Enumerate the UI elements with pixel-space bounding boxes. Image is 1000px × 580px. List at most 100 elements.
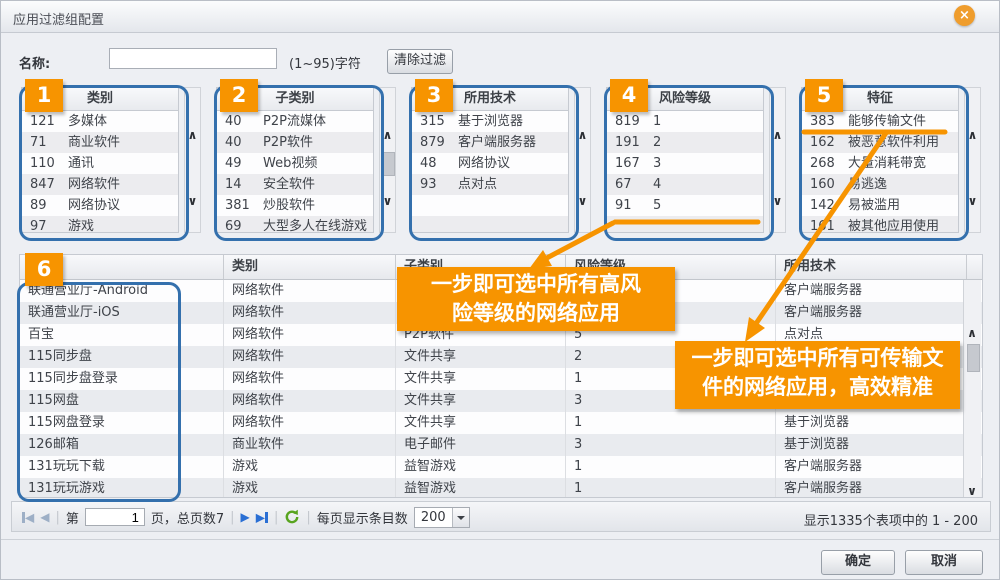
list-item[interactable]: 1673: [607, 153, 763, 174]
cancel-button[interactable]: 取消: [905, 550, 983, 575]
list-item[interactable]: 161被其他应用使用: [802, 216, 958, 233]
list-item[interactable]: 97游戏: [22, 216, 178, 233]
scrollbar-thumb[interactable]: [967, 344, 980, 372]
list-item[interactable]: 160易逃逸: [802, 174, 958, 195]
refresh-icon[interactable]: [284, 509, 300, 525]
item-label: 能够传输文件: [848, 111, 958, 132]
list-item[interactable]: 915: [607, 195, 763, 216]
list-item[interactable]: 315基于浏览器: [412, 111, 568, 132]
list-item[interactable]: 383能够传输文件: [802, 111, 958, 132]
cell-technology: 基于浏览器: [776, 412, 967, 434]
list-item[interactable]: 121多媒体: [22, 111, 178, 132]
item-label: 网络协议: [68, 195, 178, 216]
panel-scrollbar[interactable]: ∧∨: [379, 87, 396, 233]
cell-name: 百宝: [20, 324, 224, 346]
table-row[interactable]: 131玩玩游戏游戏益智游戏1客户端服务器: [20, 478, 982, 498]
chevron-down-icon[interactable]: [452, 508, 469, 527]
panel-scrollbar[interactable]: ∧∨: [184, 87, 201, 233]
cell-category: 网络软件: [224, 302, 396, 324]
scroll-down-icon[interactable]: ∨: [185, 194, 200, 208]
item-count: 161: [802, 216, 848, 233]
scroll-down-icon[interactable]: ∨: [964, 484, 980, 498]
scroll-up-icon[interactable]: ∧: [770, 128, 785, 142]
list-item[interactable]: 93点对点: [412, 174, 568, 195]
item-label: 基于浏览器: [458, 111, 568, 132]
annotation-badge-2: 2: [220, 79, 258, 112]
list-item[interactable]: 162被恶意软件利用: [802, 132, 958, 153]
item-count: 381: [217, 195, 263, 216]
item-label: 商业软件: [68, 132, 178, 153]
item-count: 121: [22, 111, 68, 132]
first-page-icon[interactable]: ◀: [22, 508, 34, 527]
scroll-up-icon[interactable]: ∧: [185, 128, 200, 142]
scroll-up-icon[interactable]: ∧: [965, 128, 980, 142]
cell-name: 115网盘登录: [20, 412, 224, 434]
list-item[interactable]: 40P2P流媒体: [217, 111, 373, 132]
item-count: 879: [412, 132, 458, 153]
cell-name: 131玩玩下载: [20, 456, 224, 478]
scroll-down-icon[interactable]: ∨: [575, 194, 590, 208]
scroll-down-icon[interactable]: ∨: [965, 194, 980, 208]
list-item[interactable]: 110通讯: [22, 153, 178, 174]
list-item[interactable]: 381炒股软件: [217, 195, 373, 216]
callout-transfer-feature: 一步即可选中所有可传输文 件的网络应用，高效精准: [675, 341, 960, 409]
name-input[interactable]: [109, 48, 277, 69]
list-item[interactable]: 268大量消耗带宽: [802, 153, 958, 174]
table-row[interactable]: 131玩玩下载游戏益智游戏1客户端服务器: [20, 456, 982, 478]
scroll-down-icon[interactable]: ∨: [770, 194, 785, 208]
list-item[interactable]: 142易被滥用: [802, 195, 958, 216]
list-item[interactable]: 879客户端服务器: [412, 132, 568, 153]
cell-name: 131玩玩游戏: [20, 478, 224, 498]
page-size-label: 每页显示条目数: [317, 508, 408, 527]
next-page-icon[interactable]: ▶: [241, 508, 250, 526]
cell-name: 115同步盘登录: [20, 368, 224, 390]
item-count: 142: [802, 195, 848, 216]
cell-technology: 客户端服务器: [776, 456, 967, 478]
panel-scrollbar[interactable]: ∧∨: [964, 87, 981, 233]
table-row[interactable]: 126邮箱商业软件电子邮件3基于浏览器: [20, 434, 982, 456]
item-label: 1: [653, 111, 763, 132]
page-prefix-label: 第: [66, 508, 79, 527]
list-item[interactable]: 69大型多人在线游戏: [217, 216, 373, 233]
page-size-select[interactable]: 200: [414, 507, 470, 528]
cell-category: 网络软件: [224, 368, 396, 390]
clear-filter-button[interactable]: 清除过滤: [387, 49, 453, 74]
column-header[interactable]: 类别: [224, 255, 396, 279]
list-item[interactable]: 14安全软件: [217, 174, 373, 195]
item-count: 383: [802, 111, 848, 132]
scroll-up-icon[interactable]: ∧: [575, 128, 590, 142]
table-scrollbar[interactable]: ∧ ∨: [963, 280, 981, 497]
page-number-input[interactable]: [85, 508, 145, 526]
item-count: 162: [802, 132, 848, 153]
cell-category: 网络软件: [224, 280, 396, 302]
item-label: 游戏: [68, 216, 178, 233]
list-item[interactable]: 89网络协议: [22, 195, 178, 216]
close-icon[interactable]: ×: [954, 5, 975, 26]
column-header[interactable]: 所用技术: [776, 255, 967, 279]
scroll-down-icon[interactable]: ∨: [380, 194, 395, 208]
scroll-up-icon[interactable]: ∧: [380, 128, 395, 142]
panel-scrollbar[interactable]: ∧∨: [574, 87, 591, 233]
cell-technology: 客户端服务器: [776, 478, 967, 498]
cell-name: 115同步盘: [20, 346, 224, 368]
scroll-up-icon[interactable]: ∧: [964, 326, 980, 340]
list-item[interactable]: 71商业软件: [22, 132, 178, 153]
list-item[interactable]: 674: [607, 174, 763, 195]
scrollbar-thumb[interactable]: [382, 152, 395, 176]
item-label: 被其他应用使用: [848, 216, 958, 233]
list-item[interactable]: 847网络软件: [22, 174, 178, 195]
last-page-icon[interactable]: ▶: [256, 508, 268, 527]
list-item[interactable]: 49Web视频: [217, 153, 373, 174]
list-item[interactable]: 48网络协议: [412, 153, 568, 174]
ok-button[interactable]: 确定: [821, 550, 895, 575]
item-label: P2P流媒体: [263, 111, 373, 132]
table-row[interactable]: 115网盘登录网络软件文件共享1基于浏览器: [20, 412, 982, 434]
annotation-badge-5: 5: [805, 79, 843, 112]
panel-scrollbar[interactable]: ∧∨: [769, 87, 786, 233]
prev-page-icon[interactable]: ◀: [40, 508, 49, 526]
list-item[interactable]: 40P2P软件: [217, 132, 373, 153]
list-item[interactable]: 8191: [607, 111, 763, 132]
item-label: 网络软件: [68, 174, 178, 195]
cell-category: 网络软件: [224, 390, 396, 412]
list-item[interactable]: 1912: [607, 132, 763, 153]
